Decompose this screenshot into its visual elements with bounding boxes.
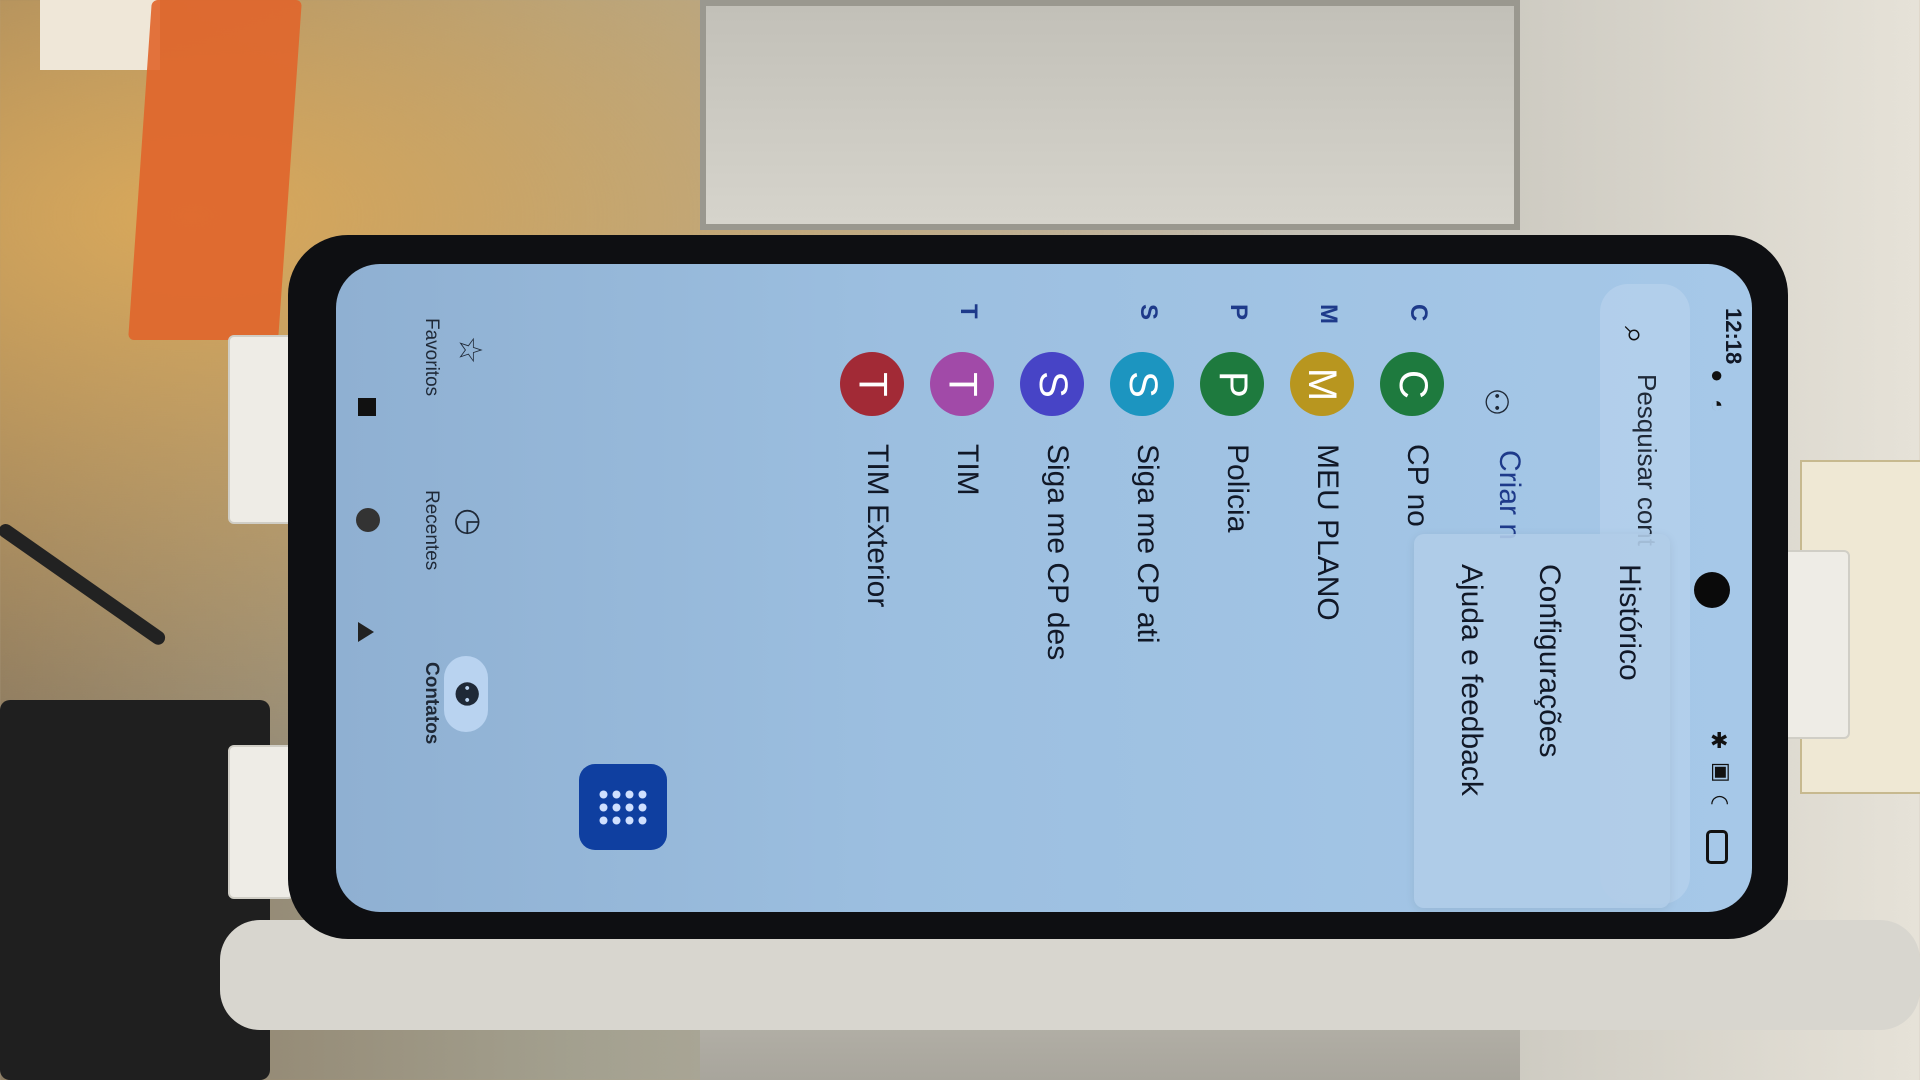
mount-clamp-left (228, 335, 294, 524)
menu-item-settings[interactable]: Configurações (1532, 564, 1566, 757)
menu-item-help-feedback[interactable]: Ajuda e feedback (1454, 564, 1488, 796)
create-contact-button[interactable]: Criar n (1492, 450, 1526, 540)
battery-icon (1706, 830, 1728, 864)
add-contact-icon[interactable]: ⚇ (1476, 382, 1516, 422)
contact-name[interactable]: Siga me CP des (1040, 444, 1074, 660)
avatar[interactable]: C (1380, 352, 1444, 416)
contact-name[interactable]: CP no (1400, 444, 1434, 527)
section-letter: P (1225, 304, 1252, 321)
wifi-icon: ◠ (1710, 790, 1730, 815)
section-letter: M (1315, 304, 1342, 324)
phone-screen: 12:18 ● ◔ ✱ ▣ ◠ ⌕ Pesquisar cont ⚇ Criar… (336, 264, 1752, 912)
front-camera (1694, 572, 1730, 608)
contact-name[interactable]: Siga me CP ati (1130, 444, 1164, 644)
dialpad-button[interactable] (579, 764, 667, 850)
nav-favorites-label[interactable]: Favoritos (420, 318, 442, 396)
contact-name[interactable]: Policia (1220, 444, 1254, 532)
search-input[interactable]: Pesquisar cont (1631, 374, 1662, 546)
alarm-icon: ◔ (1710, 392, 1724, 417)
back-button[interactable] (358, 622, 374, 642)
mount-clamp-left-lower (228, 745, 294, 899)
nav-contacts-label[interactable]: Contatos (420, 662, 442, 744)
avatar[interactable]: S (1020, 352, 1084, 416)
notification-icon: ● (1710, 362, 1724, 387)
avatar[interactable]: M (1290, 352, 1354, 416)
section-letter: S (1135, 304, 1162, 321)
avatar[interactable]: T (930, 352, 994, 416)
dialpad-icon (599, 790, 647, 824)
background-box (40, 0, 160, 70)
contacts-people-icon[interactable]: ⚉ (446, 674, 486, 714)
search-icon[interactable]: ⌕ (1616, 326, 1654, 344)
status-time: 12:18 (1721, 308, 1746, 365)
background-shelf (700, 0, 1520, 230)
avatar[interactable]: S (1110, 352, 1174, 416)
nfc-icon: ▣ (1710, 758, 1731, 783)
section-letter: T (955, 304, 982, 319)
background-cable (0, 521, 168, 648)
avatar[interactable]: T (840, 352, 904, 416)
favorites-star-icon[interactable]: ☆ (450, 330, 490, 370)
contact-name[interactable]: MEU PLANO (1310, 444, 1344, 621)
avatar[interactable]: P (1200, 352, 1264, 416)
section-letter: C (1405, 304, 1432, 322)
home-button[interactable] (356, 508, 380, 532)
menu-item-history[interactable]: Histórico (1612, 564, 1646, 681)
nav-recents-label[interactable]: Recentes (420, 490, 442, 570)
recents-clock-icon[interactable]: ◷ (450, 502, 490, 542)
contact-name[interactable]: TIM (950, 444, 984, 496)
contact-name[interactable]: TIM Exterior (860, 444, 894, 607)
background-orange-object (128, 0, 302, 340)
bluetooth-icon: ✱ (1710, 728, 1729, 753)
recent-apps-button[interactable] (358, 398, 376, 416)
